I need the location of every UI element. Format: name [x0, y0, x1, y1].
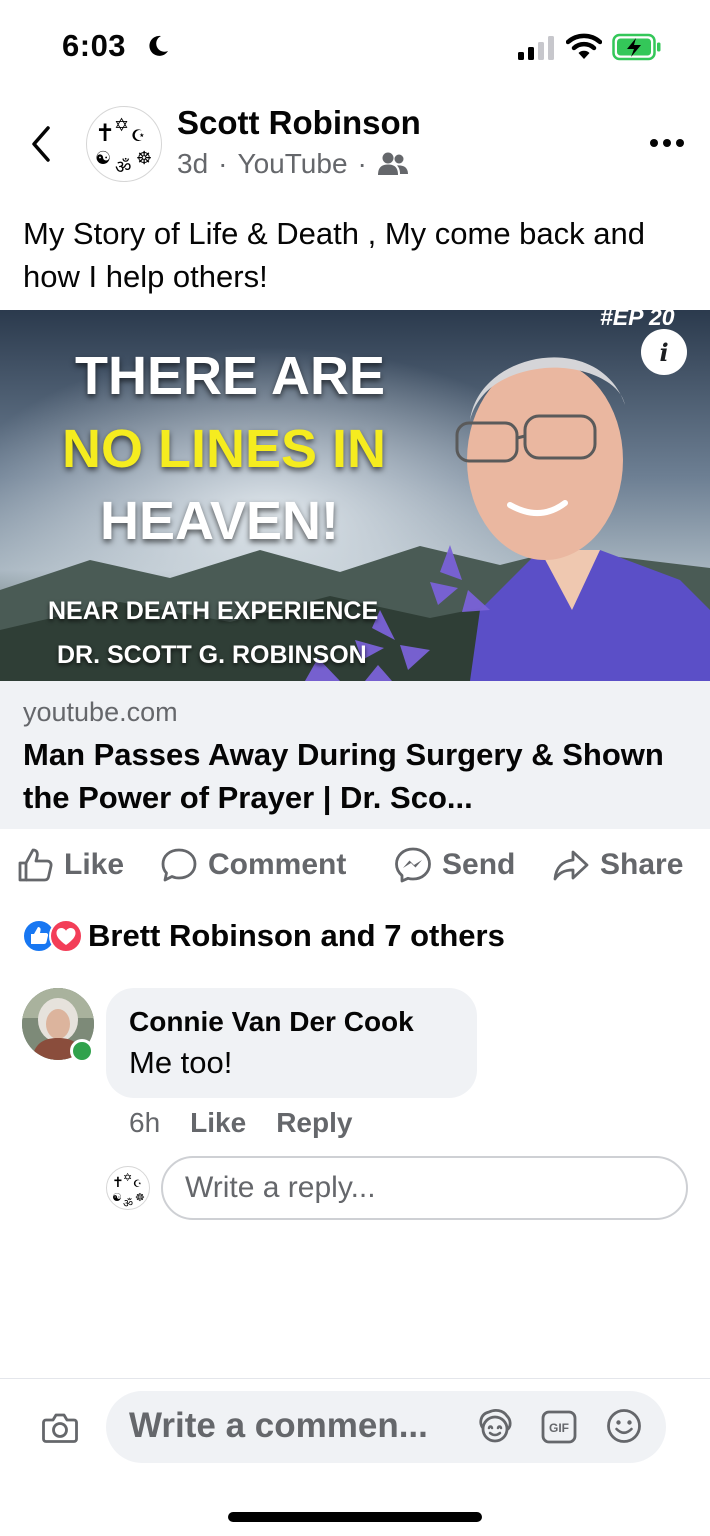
status-time: 6:03	[62, 28, 127, 63]
svg-text:☯: ☯	[112, 1191, 122, 1204]
post-author-name[interactable]: Scott Robinson	[177, 104, 421, 142]
post-text: My Story of Life & Death , My come back …	[23, 216, 645, 294]
post-source: YouTube	[237, 148, 348, 179]
link-title[interactable]: Man Passes Away During Surgery & Shown t…	[23, 733, 693, 819]
comment-reply-button[interactable]: Reply	[276, 1107, 352, 1139]
reply-input[interactable]: Write a reply...	[161, 1156, 688, 1220]
cellular-signal-icon	[518, 36, 554, 60]
episode-tag: #EP 20	[600, 304, 675, 330]
love-reaction-icon	[49, 919, 83, 953]
svg-text:☸: ☸	[136, 148, 152, 169]
comment-button[interactable]: Comment	[160, 842, 346, 888]
info-button[interactable]: i	[641, 329, 687, 375]
avatar-sticker-icon[interactable]	[475, 1408, 515, 1444]
svg-text:ॐ: ॐ	[115, 157, 131, 178]
comment-like-button[interactable]: Like	[190, 1107, 246, 1139]
thumbs-up-icon	[18, 848, 53, 882]
svg-text:GIF: GIF	[549, 1421, 569, 1435]
gif-icon[interactable]: GIF	[541, 1410, 577, 1444]
commenter-name[interactable]: Connie Van Der Cook	[129, 1006, 414, 1038]
post-meta: 3d · YouTube ·	[177, 148, 409, 180]
comment-bubble-icon	[161, 848, 197, 882]
reactions-text: Brett Robinson and 7 others	[88, 918, 505, 953]
svg-text:☸: ☸	[135, 1191, 145, 1204]
thumbnail-headline-3: HEAVEN!	[100, 491, 340, 551]
camera-icon[interactable]	[42, 1411, 78, 1445]
online-status-badge	[70, 1039, 94, 1063]
svg-text:✝: ✝	[95, 119, 115, 147]
like-button[interactable]: Like	[16, 842, 124, 888]
comment-bubble[interactable]	[106, 988, 477, 1098]
like-label: Like	[64, 848, 125, 881]
send-label: Send	[442, 848, 516, 881]
interfaith-symbols-icon: ✝ ✡ ☪ ☯ ॐ ☸	[112, 1171, 145, 1210]
author-avatar[interactable]: ✝ ✡ ☪ ☯ ॐ ☸	[86, 106, 162, 182]
reaction-icons	[22, 919, 84, 953]
messenger-icon	[395, 847, 431, 883]
send-button[interactable]: Send	[394, 842, 515, 888]
comment-input-placeholder: Write a commen...	[129, 1406, 428, 1445]
info-icon: i	[659, 337, 669, 367]
thumbnail-headline-2: NO LINES IN	[62, 419, 387, 479]
svg-text:✡: ✡	[114, 115, 129, 136]
thumbnail-subtitle-2: DR. SCOTT G. ROBINSON	[57, 641, 367, 669]
reply-avatar: ✝ ✡ ☪ ☯ ॐ ☸	[106, 1166, 150, 1210]
back-chevron-icon[interactable]	[26, 122, 60, 166]
svg-text:ॐ: ॐ	[123, 1197, 133, 1210]
thumbnail-headline-1: THERE ARE	[75, 346, 386, 406]
status-bar: 6:03	[0, 0, 710, 95]
thumbnail-subtitle-1: NEAR DEATH EXPERIENCE	[48, 597, 379, 625]
meta-separator: ·	[357, 148, 367, 179]
share-arrow-icon	[553, 850, 589, 881]
svg-text:☪: ☪	[131, 126, 145, 145]
post-age: 3d	[177, 148, 209, 179]
svg-text:☪: ☪	[133, 1179, 142, 1190]
moon-icon	[149, 35, 168, 56]
comment-time: 6h	[129, 1107, 161, 1138]
svg-text:✡: ✡	[123, 1171, 132, 1184]
wifi-icon	[566, 33, 602, 59]
interfaith-symbols-icon: ✝ ✡ ☪ ☯ ॐ ☸	[95, 115, 152, 178]
meta-separator: ·	[218, 148, 228, 179]
svg-text:✝: ✝	[112, 1175, 124, 1191]
share-label: Share	[600, 848, 684, 881]
reply-placeholder: Write a reply...	[185, 1171, 376, 1204]
more-options-icon[interactable]	[648, 128, 686, 158]
comment-text: Me too!	[129, 1045, 233, 1080]
link-domain: youtube.com	[23, 697, 178, 727]
friends-icon	[377, 152, 408, 175]
emoji-icon[interactable]	[606, 1408, 642, 1444]
comment-label: Comment	[208, 848, 347, 881]
home-indicator[interactable]	[228, 1512, 482, 1522]
share-button[interactable]: Share	[552, 842, 683, 888]
svg-text:☯: ☯	[95, 148, 111, 169]
reactions-summary[interactable]: Brett Robinson and 7 others	[22, 918, 505, 954]
comment-actions: 6h Like Reply	[129, 1107, 352, 1139]
battery-charging-icon	[612, 33, 661, 61]
